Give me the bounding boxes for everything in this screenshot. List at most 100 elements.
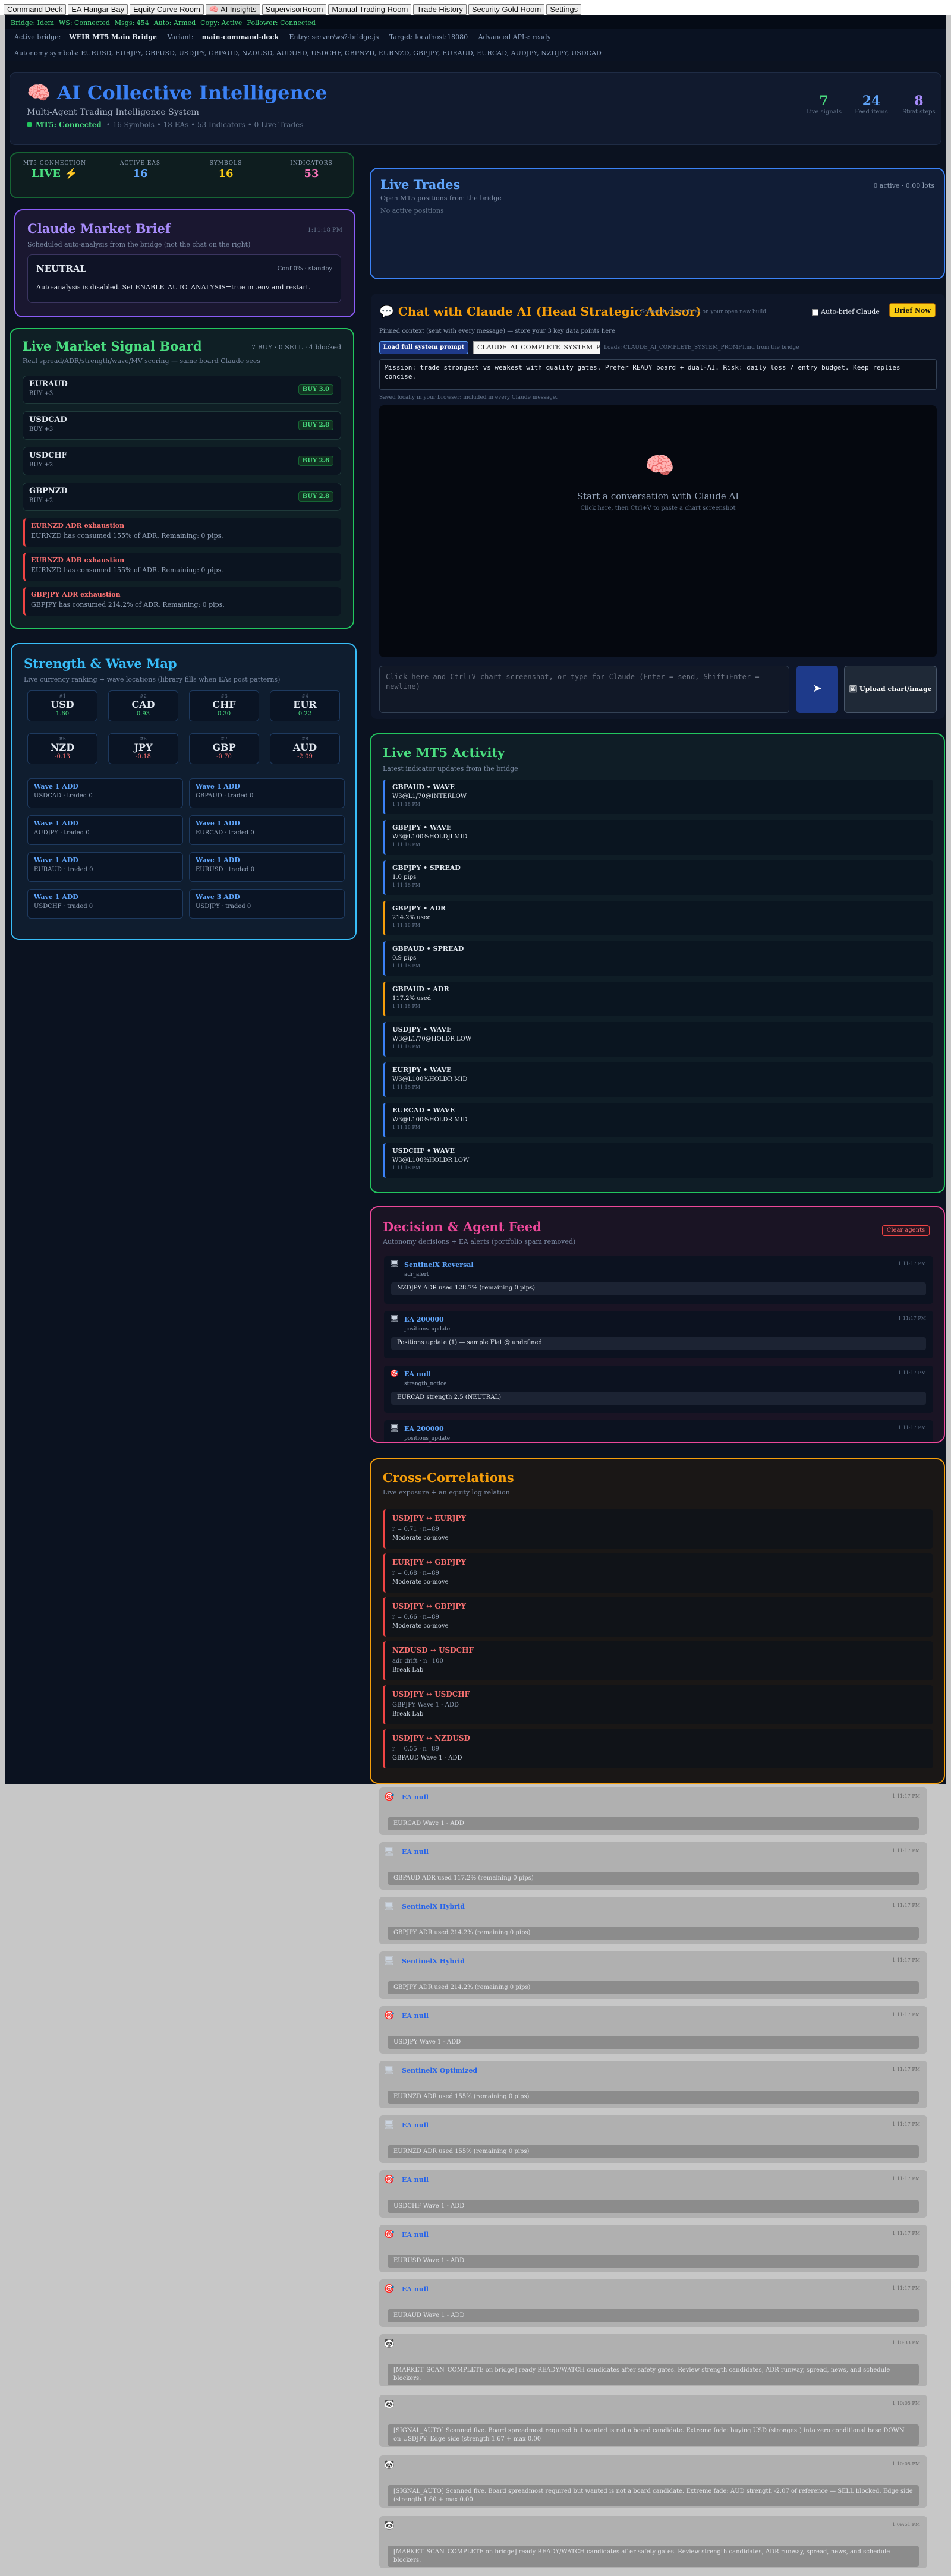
signal-row[interactable]: EURAUD BUY +3 BUY 3.0 <box>23 376 341 404</box>
wave-tile[interactable]: Wave 1 ADD AUDJPY · traded 0 <box>27 815 183 845</box>
system-prompt-select[interactable]: CLAUDE_AI_COMPLETE_SYSTEM_PROMPT.md <box>473 341 600 354</box>
nav-tab-1[interactable]: EA Hangar Bay <box>68 4 128 15</box>
wave-label: Wave 1 ADD <box>34 856 78 864</box>
stat-label: Feed items <box>855 109 888 115</box>
wave-label: Wave 1 ADD <box>34 783 78 790</box>
signal-row[interactable]: USDCHF BUY +2 BUY 2.6 <box>23 447 341 475</box>
correlation-status: Moderate co-move <box>392 1623 449 1629</box>
feed-item: 🖥EA 2000001:11:17 PMpositions_updatePosi… <box>384 1420 933 1442</box>
feed-agent-name[interactable]: SentinelX Hybrid <box>402 1957 465 1965</box>
feed-agent-name[interactable]: EA null <box>402 2176 429 2184</box>
bridge-info-strip: Active bridge: WEIR MT5 Main Bridge Varia… <box>5 29 946 61</box>
correlations-subtitle: Live exposure + an equity log relation <box>383 1489 510 1496</box>
feed-message: USDJPY Wave 1 - ADD <box>388 2036 919 2049</box>
brief-timestamp: 1:11:18 PM <box>307 227 342 234</box>
feed-timestamp: 1:11:17 PM <box>898 1316 926 1321</box>
nav-tab-2[interactable]: Equity Curve Room <box>130 4 204 15</box>
nav-tab-0[interactable]: Command Deck <box>4 4 67 15</box>
feed-message: Positions update (1) — sample Flat @ und… <box>391 1337 926 1350</box>
activity-subtitle: Latest indicator updates from the bridge <box>383 765 518 773</box>
clear-agents-button[interactable]: Clear agents <box>882 1225 930 1236</box>
upload-image-button[interactable]: 🖼 Upload chart/image <box>844 666 937 713</box>
feed-timestamp: 1:11:17 PM <box>892 1793 920 1799</box>
wave-tile[interactable]: Wave 1 ADD EURUSD · traded 0 <box>189 852 345 882</box>
strength-title: Strength & Wave Map <box>24 656 177 671</box>
wave-tile[interactable]: Wave 3 ADD USDJPY · traded 0 <box>189 889 345 919</box>
currency-code: USD <box>51 699 74 710</box>
active-bridge-name[interactable]: WEIR MT5 Main Bridge <box>69 33 157 41</box>
load-system-prompt-button[interactable]: Load full system prompt <box>379 341 468 354</box>
status-value: LIVE ⚡ <box>32 168 78 180</box>
chat-message-input[interactable]: Click here and Ctrl+V chart screenshot, … <box>379 666 789 713</box>
bridge-status-item: Bridge: Idem <box>11 19 54 27</box>
feed-agent-icon: 🖥 <box>384 2066 395 2075</box>
status-label: SYMBOLS <box>209 160 243 166</box>
feed-agent-name[interactable]: EA null <box>402 2121 429 2129</box>
feed-agent-name[interactable]: EA null <box>402 1848 429 1856</box>
wave-tile[interactable]: Wave 1 ADD GBPAUD · traded 0 <box>189 778 345 808</box>
correlation-pair-name: USDJPY ↔ NZDUSD <box>392 1734 470 1742</box>
currency-rank: #5 <box>59 736 66 742</box>
entry-text: Entry: server/ws?-bridge.js <box>289 33 379 41</box>
signal-row[interactable]: GBPNZD BUY +2 BUY 2.8 <box>23 483 341 511</box>
feed-agent-name[interactable]: SentinelX Optimized <box>402 2067 477 2074</box>
activity-message: 117.2% used <box>392 995 432 1002</box>
signal-symbol: EURAUD <box>29 380 68 389</box>
nav-tab-7[interactable]: Security Gold Room <box>468 4 545 15</box>
feed-agent-name[interactable]: EA 200000 <box>404 1425 444 1433</box>
activity-message: 0.9 pips <box>392 955 417 961</box>
bridge-status-item: Follower: Connected <box>247 19 316 27</box>
feed-agent-name[interactable]: EA null <box>402 1793 429 1801</box>
brief-now-button[interactable]: Brief Now <box>889 303 936 317</box>
mt5-status: MT5: Connected • 16 Symbols • 18 EAs • 53… <box>27 121 303 129</box>
auto-brief-toggle[interactable]: Auto-brief Claude <box>812 308 880 316</box>
nav-tab-4[interactable]: SupervisorRoom <box>262 4 327 15</box>
adr-warning-message: EURNZD has consumed 155% of ADR. Remaini… <box>31 566 223 574</box>
overflow-feed-item: 🎯 EA null 1:11:17 PM EURAUD Wave 1 - ADD <box>379 2279 927 2327</box>
feed-agent-name[interactable]: EA null <box>402 2012 429 2020</box>
signal-badge: BUY 2.8 <box>298 491 333 502</box>
correlation-pair: USDJPY ↔ USDCHF GBPJPY Wave 1 - ADD Break … <box>383 1685 933 1724</box>
pinned-context-input[interactable]: Mission: trade strongest vs weakest with… <box>379 359 937 390</box>
currency-strength-tile: #6 JPY -0.18 <box>108 733 178 764</box>
feed-timestamp: 1:11:17 PM <box>898 1370 926 1376</box>
correlation-stats: GBPJPY Wave 1 - ADD <box>392 1702 459 1708</box>
chat-bubble-icon: 💬 <box>379 304 394 319</box>
nav-tab-8[interactable]: Settings <box>546 4 582 15</box>
wave-tile[interactable]: Wave 1 ADD EURCAD · traded 0 <box>189 815 345 845</box>
overflow-feed-item: 🐼 1:09:51 PM [MARKET_SCAN_COMPLETE on brid… <box>379 2516 927 2568</box>
activity-message: 214.2% used <box>392 915 432 921</box>
feed-message: EURUSD Wave 1 - ADD <box>388 2255 919 2268</box>
feed-message: GBPAUD ADR used 117.2% (remaining 0 pips… <box>388 1872 919 1885</box>
feed-agent-name[interactable]: EA 200000 <box>404 1316 444 1323</box>
signal-row[interactable]: USDCAD BUY +3 BUY 2.8 <box>23 411 341 440</box>
checkbox-icon[interactable] <box>812 308 818 316</box>
feed-agent-name[interactable]: SentinelX Reversal <box>404 1261 474 1269</box>
activity-message: 1.0 pips <box>392 874 417 881</box>
signal-symbol: GBPNZD <box>29 487 68 496</box>
correlation-pair: USDJPY ↔ NZDUSD r = 0.55 · n=89 GBPAUD Wav… <box>383 1729 933 1768</box>
wave-tile[interactable]: Wave 1 ADD USDCAD · traded 0 <box>27 778 183 808</box>
activity-item: USDJPY • WAVE W3@L1/70@HOLDR LOW 1:11:18 P… <box>383 1022 933 1057</box>
feed-message: USDCHF Wave 1 - ADD <box>388 2200 919 2213</box>
feed-agent-name[interactable]: EA null <box>402 2231 429 2238</box>
activity-title: GBPAUD • WAVE <box>392 783 455 791</box>
feed-agent-name[interactable]: EA null <box>404 1370 431 1378</box>
currency-score: 0.22 <box>298 711 312 717</box>
nav-tab-3[interactable]: 🧠 AI Insights <box>205 4 260 15</box>
status-label: MT5 CONNECTION <box>23 160 87 166</box>
feed-agent-name[interactable]: SentinelX Hybrid <box>402 1903 465 1910</box>
activity-title: USDJPY • WAVE <box>392 1026 452 1033</box>
currency-strength-tile: #4 EUR 0.22 <box>270 690 340 721</box>
wave-tile[interactable]: Wave 1 ADD USDCHF · traded 0 <box>27 889 183 919</box>
feed-agent-name[interactable]: EA null <box>402 2285 429 2293</box>
send-button[interactable]: ➤ <box>796 666 838 713</box>
adr-warning-message: EURNZD has consumed 155% of ADR. Remaini… <box>31 532 223 540</box>
nav-tab-6[interactable]: Trade History <box>413 4 467 15</box>
target-text: Target: localhost:18080 <box>389 33 468 41</box>
wave-tile[interactable]: Wave 1 ADD EURAUD · traded 0 <box>27 852 183 882</box>
nav-tab-5[interactable]: Manual Trading Room <box>328 4 412 15</box>
chat-messages-area[interactable]: 🧠 Start a conversation with Claude AI Cl… <box>379 405 937 657</box>
chat-model-note: Sonnet 4 · Saves Files on your open new … <box>641 309 766 315</box>
top-navigation: Command Deck EA Hangar Bay Equity Curve Ro… <box>0 0 951 15</box>
